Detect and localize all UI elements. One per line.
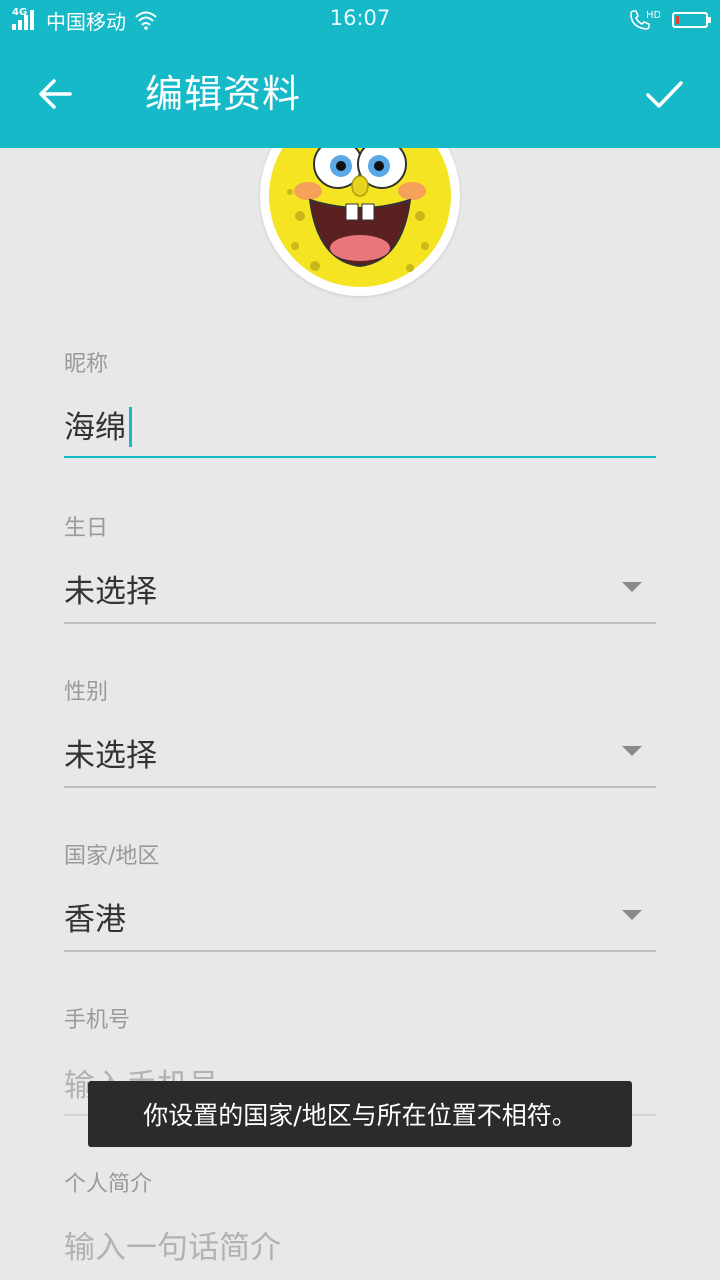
back-button[interactable]	[24, 66, 88, 122]
nickname-underline	[64, 456, 656, 458]
check-icon	[646, 81, 683, 108]
gender-value: 未选择	[64, 738, 157, 774]
bio-field: 个人简介 输入一句话简介	[64, 1166, 656, 1280]
region-label: 国家/地区	[64, 844, 160, 869]
battery-icon	[672, 12, 711, 28]
hd-label: HD	[646, 10, 660, 21]
dropdown-arrow-icon[interactable]	[622, 910, 642, 920]
bio-label: 个人简介	[64, 1172, 153, 1197]
nickname-value: 海绵	[64, 410, 126, 446]
battery-level	[676, 16, 679, 24]
birthday-label: 生日	[64, 516, 109, 541]
region-field[interactable]: 国家/地区 香港	[64, 838, 656, 952]
status-right: HD	[628, 6, 711, 34]
dropdown-arrow-icon[interactable]	[622, 582, 642, 592]
app-bar: 编辑资料	[0, 40, 720, 148]
birthday-underline	[64, 622, 656, 624]
gender-underline	[64, 786, 656, 788]
status-bar: 4G 中国移动 16:07 HD	[0, 0, 720, 40]
nickname-field: 昵称 海绵	[64, 346, 656, 460]
nickname-input[interactable]: 海绵	[64, 402, 132, 450]
text-cursor	[129, 406, 132, 447]
confirm-button[interactable]	[632, 66, 696, 122]
dropdown-arrow-icon[interactable]	[622, 746, 642, 756]
phone-label: 手机号	[64, 1008, 131, 1033]
bio-input[interactable]: 输入一句话简介	[64, 1222, 281, 1267]
page-title: 编辑资料	[145, 72, 302, 116]
hd-call-icon: HD	[630, 10, 660, 30]
region-underline	[64, 950, 656, 952]
region-value: 香港	[64, 902, 126, 938]
gender-label: 性别	[64, 680, 109, 705]
birthday-value: 未选择	[64, 574, 157, 610]
gender-field[interactable]: 性别 未选择	[64, 674, 656, 788]
toast-message: 你设置的国家/地区与所在位置不相符。	[88, 1081, 632, 1147]
birthday-field[interactable]: 生日 未选择	[64, 510, 656, 624]
nickname-label: 昵称	[64, 352, 109, 377]
arrow-left-icon	[39, 79, 72, 109]
status-time: 16:07	[329, 6, 391, 30]
